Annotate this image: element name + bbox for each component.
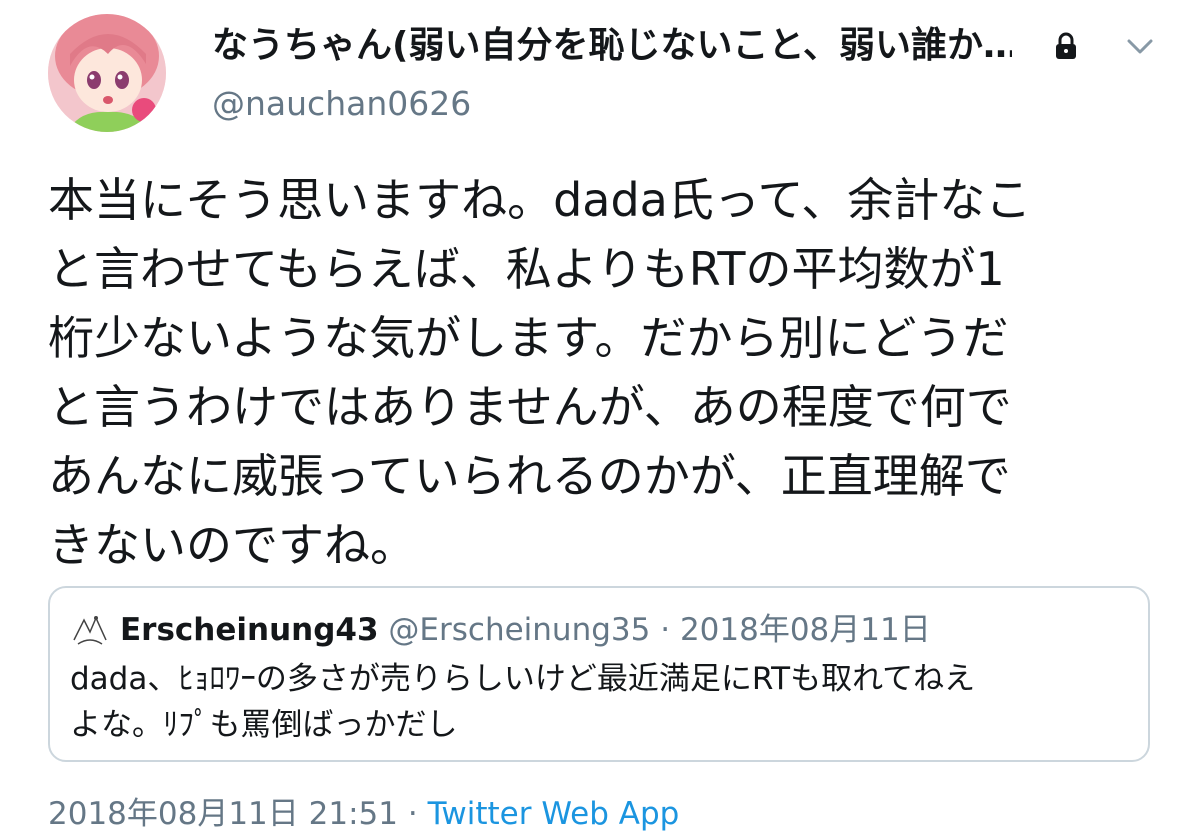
quoted-separator: ·	[660, 612, 671, 648]
quoted-text: dada、ﾋｮﾛﾜｰの多さが売りらしいけど最近満足にRTも取れてねえ よな。ﾘﾌ…	[70, 656, 1130, 748]
display-name[interactable]: なうちゃん(弱い自分を恥じないこと、弱い誰か…	[212, 22, 1012, 70]
quoted-text-line: dada、ﾋｮﾛﾜｰの多さが売りらしいけど最近満足にRTも取れてねえ	[70, 661, 976, 697]
source-link[interactable]: Twitter Web App	[428, 796, 680, 832]
quoted-text-line: よな。ﾘﾌﾟも罵倒ばっかだし	[70, 707, 458, 743]
chevron-down-icon[interactable]	[1124, 36, 1156, 58]
lock-icon	[1056, 32, 1076, 59]
tweet-text-line: 本当にそう思いますね。dada氏って、余計なこ	[48, 173, 1032, 227]
quoted-display-name[interactable]: Erscheinung43	[120, 612, 379, 648]
quoted-avatar	[70, 610, 110, 650]
quoted-header: Erscheinung43 @Erscheinung35 · 2018年08月1…	[120, 608, 931, 652]
tweet-text-line: と言わせてもらえば、私よりもRTの平均数が1	[48, 242, 1005, 296]
quoted-tweet[interactable]: Erscheinung43 @Erscheinung35 · 2018年08月1…	[48, 586, 1150, 762]
footer-separator: ·	[407, 796, 418, 832]
tweet-timestamp[interactable]: 2018年08月11日 21:51	[48, 796, 398, 832]
quoted-handle[interactable]: @Erscheinung35	[388, 612, 650, 648]
tweet-text-line: と言うわけではありませんが、あの程度で何で	[48, 380, 1012, 434]
tweet-text: 本当にそう思いますね。dada氏って、余計なこ と言わせてもらえば、私よりもRT…	[48, 166, 1158, 580]
avatar[interactable]	[48, 14, 166, 132]
tweet-text-line: 桁少ないような気がします。だから別にどうだ	[48, 311, 1009, 365]
tweet: なうちゃん(弱い自分を恥じないこと、弱い誰か… @nauchan0626 本当に…	[0, 0, 1200, 840]
tweet-text-line: きないのですね。	[48, 518, 416, 572]
tweet-footer: 2018年08月11日 21:51 · Twitter Web App	[48, 792, 679, 836]
tweet-text-line: あんなに威張っていられるのかが、正直理解で	[48, 449, 1011, 503]
author-handle[interactable]: @nauchan0626	[212, 84, 471, 124]
quoted-date[interactable]: 2018年08月11日	[680, 612, 931, 648]
